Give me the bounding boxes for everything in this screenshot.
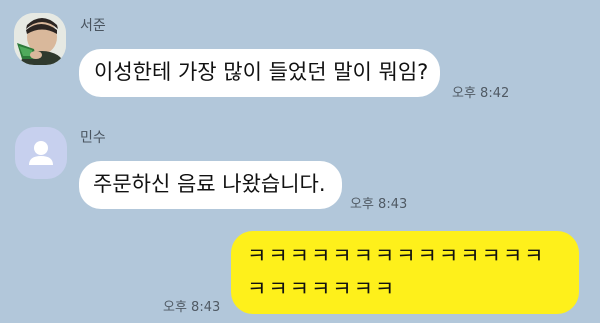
message-bubble-outgoing[interactable]: ㅋㅋㅋㅋㅋㅋㅋㅋㅋㅋㅋㅋㅋㅋㅋㅋㅋㅋㅋㅋㅋ <box>231 231 579 314</box>
sender-name: 민수 <box>80 130 106 146</box>
message-timestamp: 오후 8:43 <box>350 197 408 212</box>
person-icon <box>29 141 53 165</box>
profile-photo-avatar[interactable] <box>14 13 66 65</box>
message-timestamp: 오후 8:43 <box>163 300 221 315</box>
message-timestamp: 오후 8:42 <box>452 86 510 101</box>
default-avatar[interactable] <box>15 127 67 179</box>
profile-photo-icon <box>14 13 66 65</box>
sender-name: 서준 <box>80 18 106 34</box>
message-bubble-incoming[interactable]: 주문하신 음료 나왔습니다. <box>79 161 342 209</box>
message-bubble-incoming[interactable]: 이성한테 가장 많이 들었던 말이 뭐임? <box>79 49 440 97</box>
